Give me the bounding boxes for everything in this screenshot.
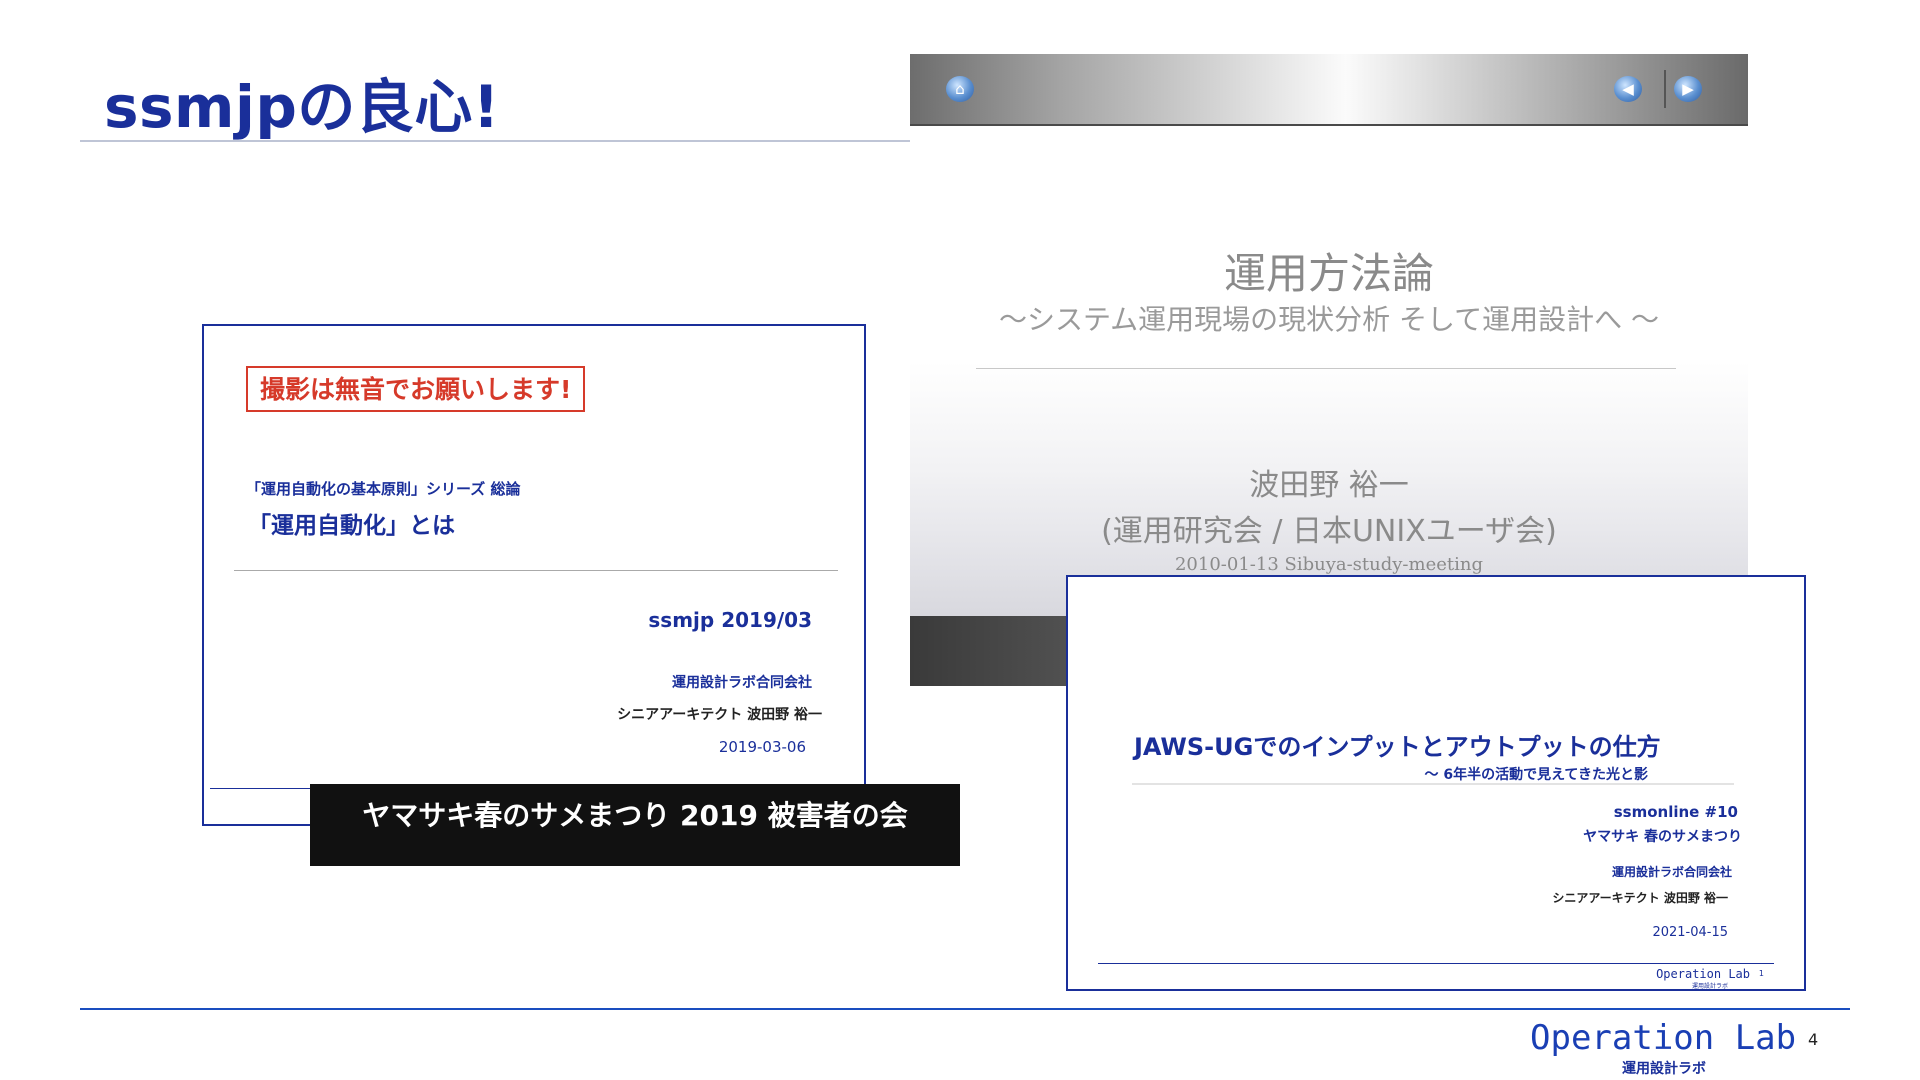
right-slide-company: 運用設計ラボ合同会社: [1611, 865, 1732, 879]
right-slide-date: 2021-04-15: [1652, 925, 1728, 940]
left-slide-title: 「運用自動化」とは: [248, 513, 455, 539]
right-slide-footer-line: [1098, 963, 1774, 964]
right-slide-subtitle: 〜 6年半の活動で見えてきた光と影: [1424, 767, 1649, 783]
keynote-author: 波田野 裕一: [1249, 468, 1409, 503]
left-slide-company: 運用設計ラボ合同会社: [672, 675, 812, 691]
right-slide-event-sub: ヤマサキ 春のサメまつり: [1583, 829, 1742, 845]
toolbar-separator: [1664, 70, 1666, 108]
left-slide-event: ssmjp 2019/03: [648, 608, 812, 632]
page-number: 4: [1808, 1030, 1819, 1049]
left-slide-thumbnail: 撮影は無音でお願いします! 「運用自動化の基本原則」シリーズ 総論 「運用自動化…: [202, 324, 866, 826]
right-slide-page-number: 1: [1758, 969, 1764, 978]
footer-divider: [80, 1008, 1850, 1010]
keynote-toolbar: ⌂ ◀ ▶: [910, 54, 1748, 126]
keynote-org: (運用研究会 / 日本UNIXユーザ会): [1101, 514, 1557, 549]
right-slide-lab-logo-jp: 運用設計ラボ: [1691, 983, 1728, 990]
keynote-date: 2010-01-13 Sibuya-study-meeting: [1174, 554, 1483, 575]
event-banner: ヤマサキ春のサメまつり 2019 被害者の会: [310, 784, 960, 866]
forward-icon[interactable]: ▶: [1674, 76, 1702, 102]
right-slide-lab-logo: Operation Lab: [1656, 967, 1750, 981]
slide-title: ssmjpの良心!: [104, 73, 500, 141]
left-slide-series: 「運用自動化の基本原則」シリーズ 総論: [246, 480, 521, 498]
title-divider: [80, 140, 910, 142]
left-slide-person: シニアアーキテクト 波田野 裕一: [617, 707, 822, 723]
keynote-subtitle: 〜システム運用現場の現状分析 そして運用設計へ 〜: [998, 303, 1660, 336]
home-icon[interactable]: ⌂: [946, 76, 974, 102]
right-slide-title: JAWS-UGでのインプットとアウトプットの仕方: [1134, 733, 1661, 761]
right-slide-event: ssmonline #10: [1613, 803, 1738, 821]
back-icon[interactable]: ◀: [1614, 76, 1642, 102]
footer-lab-logo: Operation Lab: [1530, 1018, 1797, 1058]
left-slide-date: 2019-03-06: [718, 738, 806, 756]
footer-lab-logo-jp: 運用設計ラボ: [1622, 1061, 1706, 1077]
no-sound-notice: 撮影は無音でお願いします!: [246, 366, 586, 412]
right-slide-thumbnail: JAWS-UGでのインプットとアウトプットの仕方 〜 6年半の活動で見えてきた光…: [1066, 575, 1806, 991]
keynote-title: 運用方法論: [1223, 249, 1434, 298]
keynote-divider: [976, 368, 1676, 369]
left-slide-divider: [234, 570, 838, 571]
right-slide-person: シニアアーキテクト 波田野 裕一: [1552, 891, 1728, 905]
